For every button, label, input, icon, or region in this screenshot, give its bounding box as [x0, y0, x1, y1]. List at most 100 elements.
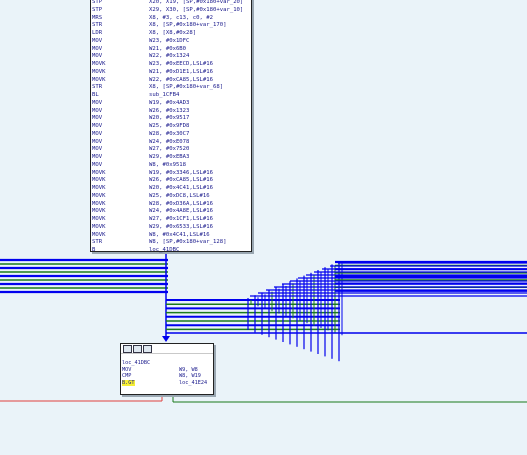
mnemonic: BL: [92, 92, 99, 98]
instruction-line[interactable]: MOV W22, #0x1324: [91, 53, 251, 61]
operand: W26, #0x1323: [149, 107, 190, 114]
mnemonic: MOVK: [92, 216, 106, 222]
instruction-line[interactable]: LDR X8, [X8,#0x28]: [91, 30, 251, 38]
mnemonic: MOV: [92, 138, 103, 145]
list-icon[interactable]: [143, 345, 152, 353]
operand: X8, [SP,#0x180+var_170]: [149, 22, 227, 29]
instruction-line[interactable]: STR W8, [SP,#0x180+var_128]: [91, 239, 251, 247]
operand: W27, #0x7520: [149, 146, 190, 153]
instruction-line[interactable]: MOV W25, #0x9FD8: [91, 123, 251, 131]
instruction-line[interactable]: MOV W19, #0x4AD3: [91, 100, 251, 108]
instruction-line[interactable]: MOVK W27, #0x1CF1,LSL#16: [91, 216, 251, 224]
instruction-line[interactable]: MOVK W24, #0x4A8E,LSL#16: [91, 208, 251, 216]
instruction-line[interactable]: MOVK W21, #0xD1E1,LSL#16: [91, 69, 251, 77]
mnemonic: STP: [92, 0, 103, 5]
instruction-line[interactable]: STP X20, X19, [SP,#0x180+var_20]: [91, 0, 251, 7]
instruction-line[interactable]: MRS X8, #3, c13, c0, #2: [91, 15, 251, 23]
mnemonic: MOV: [92, 53, 103, 60]
instruction-line[interactable]: STR X8, [SP,#0x180+var_170]: [91, 22, 251, 30]
mnemonic: MOV: [92, 37, 103, 44]
graph-canvas: [0, 250, 527, 403]
operand: X8, #3, c13, c0, #2: [149, 14, 213, 21]
instruction-line[interactable]: MOVK W22, #0xCA85,LSL#16: [91, 77, 251, 85]
operand: W21, #0xD1E1,LSL#16: [149, 68, 213, 75]
operand: W24, #0xE078: [149, 138, 190, 145]
operand: W19, #0x4AD3: [149, 99, 190, 106]
mnemonic: MOV: [92, 115, 103, 122]
mnemonic: MOVK: [92, 185, 106, 191]
block-header: [121, 344, 213, 354]
mnemonic: MOV: [92, 146, 103, 153]
mnemonic: MOVK: [92, 61, 106, 67]
mnemonic: MOVK: [92, 177, 106, 184]
operand: W8, #0x4C41,LSL#16: [149, 231, 210, 238]
operand: W29, #0x6533,LSL#16: [149, 223, 213, 230]
mnemonic: MOV: [92, 123, 103, 129]
mnemonic: MOVK: [92, 208, 106, 215]
mnemonic: MOVK: [92, 76, 106, 83]
operand: X8, [SP,#0x180+var_68]: [149, 84, 224, 91]
operand: W25, #0x9FD8: [149, 123, 190, 129]
operand: W8, #0x9518: [149, 161, 187, 168]
instruction-line[interactable]: MOV W24, #0xE078: [91, 139, 251, 147]
operand: W8, [SP,#0x180+var_128]: [149, 239, 227, 246]
instruction-line[interactable]: MOVK W25, #0xDC8,LSL#16: [91, 193, 251, 201]
operand: W20, #0x9517: [149, 115, 190, 122]
mnemonic: STR: [92, 22, 103, 29]
mnemonic: MOVK: [92, 192, 106, 199]
instruction-line[interactable]: MOVK W8, #0x4C41,LSL#16: [91, 232, 251, 240]
mnemonic: LDR: [92, 30, 103, 36]
operand: W19, #0x3346,LSL#16: [149, 169, 213, 176]
instruction-line[interactable]: MOVK W19, #0x3346,LSL#16: [91, 170, 251, 178]
operand: W23, #0xEECD,LSL#16: [149, 61, 213, 67]
mnemonic: B.GT: [122, 379, 135, 386]
instruction-line[interactable]: MOV W27, #0x7520: [91, 146, 251, 154]
mnemonic: MOVK: [92, 68, 106, 75]
mnemonic: MOVK: [92, 231, 106, 238]
instruction-line[interactable]: BL sub_1CFB4: [91, 92, 251, 100]
instruction-line[interactable]: MOVK W23, #0xEECD,LSL#16: [91, 61, 251, 69]
operand: W26, #0xCA85,LSL#16: [149, 177, 213, 184]
operand: W27, #0x1CF1,LSL#16: [149, 216, 213, 222]
instruction-line[interactable]: MOVK W29, #0x6533,LSL#16: [91, 224, 251, 232]
instruction-line[interactable]: MOV W29, #0xEBA3: [91, 154, 251, 162]
operand: W29, #0xEBA3: [149, 154, 190, 160]
instruction-line[interactable]: MOV W28, #0x30C7: [91, 131, 251, 139]
operand: W28, #0x30C7: [149, 130, 190, 137]
color-icon[interactable]: [123, 345, 132, 353]
mnemonic: MRS: [92, 14, 103, 21]
instruction-line[interactable]: MOV W8, #0x9518: [91, 162, 251, 170]
mnemonic: MOV: [92, 99, 103, 106]
mnemonic: MOV: [92, 107, 103, 114]
mnemonic: MOVK: [92, 169, 106, 176]
instruction-line[interactable]: MOVK W28, #0xD36A,LSL#16: [91, 201, 251, 209]
operand: X8, [X8,#0x28]: [149, 30, 197, 36]
instruction-line[interactable]: B.GT loc_41E24: [121, 379, 213, 386]
instruction-line[interactable]: Bloc_41DBC: [91, 247, 251, 255]
instruction-line[interactable]: MOV W21, #0x6B0: [91, 46, 251, 54]
instruction-line[interactable]: MOV W26, #0x1323: [91, 108, 251, 116]
operand: X20, X19, [SP,#0x180+var_20]: [149, 0, 244, 5]
instruction-line[interactable]: MOVK W26, #0xCA85,LSL#16: [91, 177, 251, 185]
operand: W22, #0x1324: [149, 53, 190, 60]
mnemonic: B: [92, 247, 96, 253]
edge-layer: [0, 250, 527, 403]
operand: W20, #0x4C41,LSL#16: [149, 185, 213, 191]
operand: loc_41DBC: [149, 247, 180, 253]
operand: W25, #0xDC8,LSL#16: [149, 192, 210, 199]
graph-icon[interactable]: [133, 345, 142, 353]
instruction-line[interactable]: MOV W20, #0x9517: [91, 115, 251, 123]
instruction-line[interactable]: MOV W23, #0x1DFC: [91, 38, 251, 46]
operand: sub_1CFB4: [149, 92, 180, 98]
code-block-loc-41dbc[interactable]: loc_41DBC MOV W9, W8 CMP W8, W19 B.GT loc_41E2…: [120, 343, 214, 395]
operand: W22, #0xCA85,LSL#16: [149, 76, 213, 83]
mnemonic: MOV: [92, 161, 103, 168]
arrowhead: [162, 336, 170, 342]
code-block-main[interactable]: STP X20, X19, [SP,#0x180+var_20] STP X29, X…: [90, 0, 252, 255]
mnemonic: STR: [92, 84, 103, 91]
mnemonic: STR: [92, 239, 103, 246]
instruction-line[interactable]: STP X29, X30, [SP,#0x180+var_10]: [91, 7, 251, 15]
instruction-line[interactable]: STR X8, [SP,#0x180+var_68]: [91, 84, 251, 92]
instruction-line[interactable]: MOVK W20, #0x4C41,LSL#16: [91, 185, 251, 193]
mnemonic: MOV: [92, 130, 103, 137]
